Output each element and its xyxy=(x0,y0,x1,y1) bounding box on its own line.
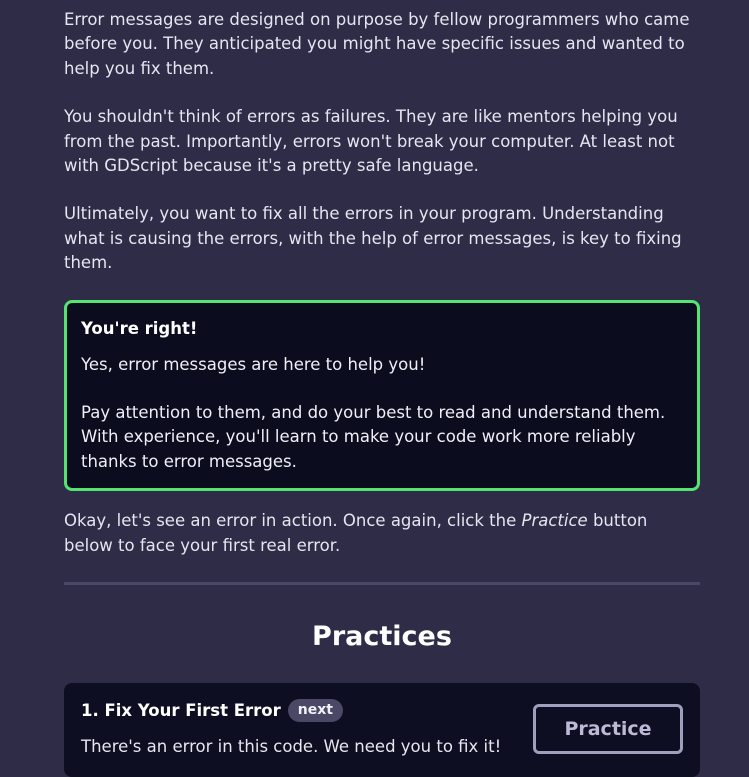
lesson-paragraph: Error messages are designed on purpose b… xyxy=(64,10,690,78)
practice-card: 1. Fix Your First Error next There's an … xyxy=(64,683,700,777)
intro-emphasis: Practice xyxy=(521,511,588,531)
next-badge: next xyxy=(287,699,343,723)
lesson-paragraph: You shouldn't think of errors as failure… xyxy=(64,107,678,176)
callout-title: You're right! xyxy=(81,318,198,338)
practices-heading: Practices xyxy=(312,621,452,653)
practice-intro-paragraph: Okay, let's see an error in action. Once… xyxy=(64,509,700,558)
practice-button[interactable]: Practice xyxy=(533,704,683,755)
practice-title-row: 1. Fix Your First Error next xyxy=(81,699,343,723)
intro-text: Okay, let's see an error in action. Once… xyxy=(64,511,522,531)
lesson-content: Error messages are designed on purpose b… xyxy=(64,8,700,777)
lesson-paragraph: Ultimately, you want to fix all the erro… xyxy=(64,204,682,273)
quiz-feedback-callout: You're right! Yes, error messages are he… xyxy=(64,299,700,492)
practice-description: There's an error in this code. We need y… xyxy=(81,737,502,757)
callout-text: Pay attention to them, and do your best … xyxy=(81,403,666,471)
callout-text: Yes, error messages are here to help you… xyxy=(81,354,426,374)
practice-title: 1. Fix Your First Error xyxy=(81,701,281,721)
section-divider xyxy=(64,582,700,586)
